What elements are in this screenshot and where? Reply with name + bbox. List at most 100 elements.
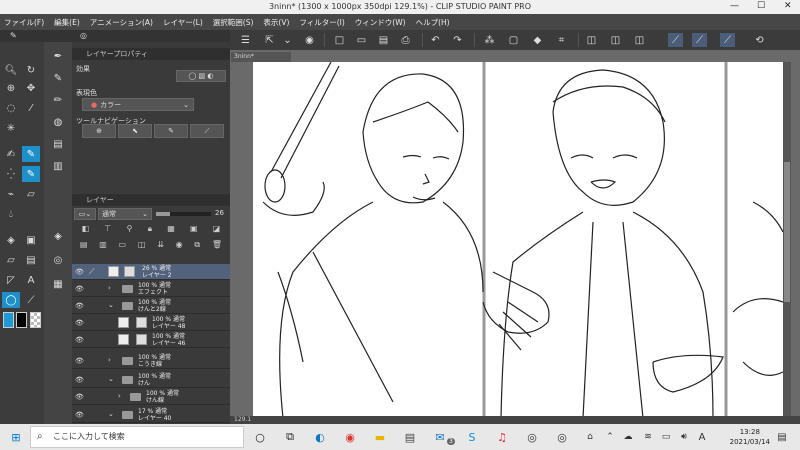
chevron-down-icon[interactable]: ⌄ <box>280 33 295 47</box>
marker-sub-icon[interactable]: ✎ <box>49 70 67 86</box>
visibility-eye-icon[interactable]: 👁︎ <box>75 285 84 293</box>
new-raster-icon[interactable]: ▤ <box>80 240 88 253</box>
layer-row[interactable]: 👁︎ › 100 % 通常 けん線 <box>72 389 230 405</box>
effect-buttons[interactable]: ◯ ▧ ◐ <box>176 70 226 82</box>
clear-icon[interactable]: ▢ <box>506 33 521 47</box>
clip-studio-paint-icon[interactable]: ◎ <box>554 429 570 445</box>
volume-icon[interactable]: 🔊︎ <box>676 429 692 445</box>
ruler-icon[interactable]: ◫ <box>608 33 623 47</box>
visibility-eye-icon[interactable]: 👁︎ <box>75 268 84 276</box>
mask-icon[interactable]: ▣ <box>190 224 198 237</box>
visibility-eye-icon[interactable]: 👁︎ <box>75 319 84 327</box>
visibility-eye-icon[interactable]: 👁︎ <box>75 411 84 419</box>
layer-row[interactable]: 👁︎ › 100 % 通常 エフェクト <box>72 281 230 297</box>
history-icon[interactable]: ▦ <box>49 276 67 292</box>
eraser-icon[interactable]: ▱ <box>22 186 40 202</box>
chevron-right-icon[interactable]: › <box>108 284 111 292</box>
visibility-eye-icon[interactable]: 👁︎ <box>75 302 84 310</box>
chrome-icon[interactable]: ◉ <box>342 429 358 445</box>
reference-icon[interactable]: ⚲ <box>127 224 133 237</box>
drawing-canvas[interactable] <box>253 61 784 419</box>
clip-studio-icon[interactable]: ◉ <box>302 33 317 47</box>
deselect-icon[interactable]: ⁂ <box>482 33 497 47</box>
menu-edit[interactable]: 編集(E) <box>54 17 80 28</box>
scroll-thumb[interactable] <box>784 162 790 302</box>
correct-line-icon[interactable]: ⟋ <box>22 292 40 308</box>
search-layer-icon[interactable]: ◎ <box>49 252 67 268</box>
ime-indicator[interactable]: A <box>694 429 710 445</box>
settings-icon[interactable]: ⟲ <box>752 33 767 47</box>
text-icon[interactable]: A <box>22 272 40 288</box>
ruler-tool-icon[interactable]: ◸ <box>2 272 20 288</box>
export-icon[interactable]: ⇱ <box>262 33 277 47</box>
balloon-icon[interactable]: ◯ <box>2 292 20 308</box>
grid-icon[interactable]: ◫ <box>632 33 647 47</box>
sub-color-swatch[interactable] <box>16 312 27 328</box>
battery-icon[interactable]: ▭ <box>658 429 674 445</box>
menu-file[interactable]: ファイル(F) <box>4 17 44 28</box>
rotate-icon[interactable]: ↻ <box>22 62 40 78</box>
close-button[interactable]: ✕ <box>784 1 792 11</box>
task-view-icon[interactable]: ⧉ <box>282 429 298 445</box>
nav-button-3[interactable]: ✎ <box>154 124 188 138</box>
new-file-icon[interactable]: □ <box>332 33 347 47</box>
airbrush-icon[interactable]: ⁛ <box>2 166 20 182</box>
gradient-icon[interactable]: ▣ <box>22 232 40 248</box>
lock-alpha-icon[interactable]: ▦ <box>167 224 175 237</box>
main-color-swatch[interactable] <box>3 312 14 328</box>
menu-selection[interactable]: 選択範囲(S) <box>213 17 254 28</box>
nav-button-4[interactable]: ⟋ <box>190 124 224 138</box>
brush-size-icon[interactable]: ⟋ <box>692 33 707 47</box>
lock-icon[interactable]: 🔒︎ <box>148 224 152 237</box>
figure-icon[interactable]: ▱ <box>2 252 20 268</box>
layer-color-icon[interactable]: ◪ <box>213 224 221 237</box>
clip-studio-app-icon[interactable]: ◎ <box>524 429 540 445</box>
print-icon[interactable]: ⎙ <box>398 33 413 47</box>
opacity-slider[interactable] <box>156 212 211 216</box>
pen-tool-icon[interactable]: ✎ <box>22 146 40 162</box>
eyedropper-icon[interactable]: ⁄ <box>22 100 40 116</box>
people-icon[interactable]: ⌂ <box>582 429 598 445</box>
notifications-icon[interactable]: ▤ <box>774 429 790 445</box>
chevron-right-icon[interactable]: › <box>108 356 111 364</box>
nav-button-2[interactable]: ⬉ <box>118 124 152 138</box>
magic-wand-icon[interactable]: ✳ <box>2 120 20 136</box>
layer-row[interactable]: 👁︎ 100 % 通常 レイヤー 48 <box>72 315 230 331</box>
store-icon[interactable]: ▤ <box>402 429 418 445</box>
minimize-button[interactable]: — <box>730 1 739 11</box>
layer-row[interactable]: 👁︎ ⌄ 100 % 通常 けんと2線 <box>72 298 230 314</box>
zoom-icon[interactable]: 🔍︎ <box>2 62 20 78</box>
menu-view[interactable]: 表示(V) <box>263 17 289 28</box>
menu-layer[interactable]: レイヤー(L) <box>163 17 203 28</box>
mail-icon[interactable]: ✉ <box>432 429 448 445</box>
chevron-down-icon[interactable]: ⌄ <box>108 301 114 309</box>
layer-row[interactable]: 👁︎ ⌄ 17 % 通常 レイヤー 40 <box>72 407 230 423</box>
open-folder-icon[interactable]: ▭ <box>354 33 369 47</box>
windows-start-icon[interactable]: ⊞ <box>8 429 24 445</box>
water-drop-icon[interactable]: 💧︎ <box>2 206 20 222</box>
redo-icon[interactable]: ↷ <box>450 33 465 47</box>
new-folder-icon[interactable]: ▭ <box>119 240 127 253</box>
save-icon[interactable]: ▤ <box>376 33 391 47</box>
brush-density-icon[interactable]: ⟋ <box>720 33 735 47</box>
navigator-icon[interactable]: ◎ <box>80 31 87 40</box>
skype-icon[interactable]: S <box>464 429 480 445</box>
clip-icon[interactable]: ⊤ <box>104 224 111 237</box>
pen-icon[interactable]: ✎ <box>10 31 17 40</box>
visibility-eye-icon[interactable]: 👁︎ <box>75 357 84 365</box>
visibility-eye-icon[interactable]: 👁︎ <box>75 336 84 344</box>
layer-row[interactable]: 👁︎ ⟋ 26 % 通常 レイヤー 2 <box>72 264 230 280</box>
cortana-icon[interactable]: ○ <box>252 429 268 445</box>
layer-row[interactable]: 👁︎ 100 % 通常 レイヤー 46 <box>72 332 230 348</box>
chevron-right-icon[interactable]: › <box>118 392 121 400</box>
itunes-icon[interactable]: ♫ <box>494 429 510 445</box>
taskbar-search-box[interactable]: ⌕ ここに入力して検索 <box>30 426 244 448</box>
menu-filter[interactable]: フィルター(I) <box>299 17 344 28</box>
chevron-down-icon[interactable]: ⌄ <box>108 375 114 383</box>
blend-mode-select[interactable]: 通常 ⌄ <box>98 208 152 220</box>
visibility-eye-icon[interactable]: 👁︎ <box>75 376 84 384</box>
pencil-sub-icon[interactable]: ✏ <box>49 92 67 108</box>
move-icon[interactable]: ✥ <box>22 80 40 96</box>
material-sub-icon[interactable]: ▥ <box>49 158 67 174</box>
maximize-button[interactable]: ☐ <box>757 1 765 11</box>
